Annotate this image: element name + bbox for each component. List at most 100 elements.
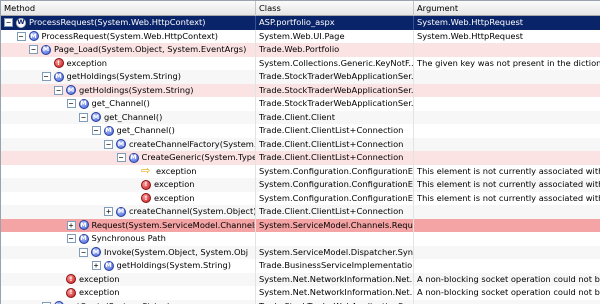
tree-row[interactable]: ! exception System.Configuration.Configura… (1, 191, 600, 206)
method-cell: − Mget_Channel() (1, 124, 256, 138)
class-cell: Trade.BusinessServiceImplementatio... (256, 259, 414, 273)
tree-row[interactable]: − MgetHoldings(System.String) Trade.StockT… (1, 70, 600, 84)
tree-row[interactable]: + M Request(System.ServiceModel.Channels.M… (1, 218, 600, 233)
argument-cell (414, 246, 600, 260)
method-icon: M (66, 85, 76, 96)
exception-icon: ! (141, 193, 151, 204)
tree-row[interactable]: ⇨ exception System.Configuration.Configura… (1, 164, 600, 179)
tree-row[interactable]: ! exception System.Configuration.Configura… (1, 178, 600, 192)
collapse-icon[interactable]: − (4, 18, 13, 28)
web-request-icon: W (16, 17, 26, 28)
collapse-icon[interactable]: − (41, 72, 51, 82)
collapse-icon[interactable]: − (79, 112, 88, 122)
method-label: Invoke(System.Object, System.Obj (104, 246, 249, 257)
collapse-icon[interactable]: − (29, 45, 38, 55)
method-cell: ! exception (1, 191, 256, 205)
tree-row[interactable]: ! exception System.Net.NetworkInformation.… (1, 272, 600, 286)
method-label: Page_Load(System.Object, System.EventArg… (54, 44, 247, 54)
class-cell: Trade.StockTraderWebApplicationSer... (256, 70, 414, 84)
method-label: getQuote(System.String) (67, 300, 171, 304)
call-tree-grid: Method Class Argument − W ProcessRequest(S… (0, 0, 600, 304)
tree-row[interactable]: − M Page_Load(System.Object, System.EventA… (1, 43, 600, 57)
tree-row[interactable]: − M Synchronous Path (1, 232, 600, 246)
method-icon: M (28, 31, 39, 42)
method-cell: − M CreateGeneric(System.Type, (1, 151, 256, 165)
method-label: Synchronous Path (91, 233, 166, 243)
class-cell: Trade.StockTraderWebApplicationSer... (256, 299, 414, 304)
method-label: ProcessRequest(System.Web.HttpContext) (41, 30, 218, 41)
tree-row[interactable]: + McreateChannel(System.Object) Trade.Clie… (1, 205, 600, 219)
method-cell: ⇨ exception (1, 164, 256, 178)
tree-row[interactable]: − Mget_Channel() Trade.Client.ClientList+C… (1, 124, 600, 138)
argument-cell: This element is not currently associated… (414, 165, 600, 179)
tree-row[interactable]: ! exception System.Net.NetworkInformation.… (1, 286, 600, 300)
collapse-icon[interactable]: − (104, 139, 113, 149)
argument-cell (414, 219, 600, 233)
collapse-icon[interactable]: − (79, 247, 88, 257)
method-cell: − W ProcessRequest(System.Web.HttpContext) (1, 16, 256, 30)
tree-row[interactable]: − Mget_Channel() Trade.StockTraderWebAppli… (1, 97, 600, 111)
argument-cell (414, 232, 600, 246)
method-cell: − McreateChannelFactory(System.T (1, 137, 256, 151)
argument-cell (414, 138, 600, 152)
expand-icon[interactable]: + (66, 220, 76, 230)
tree-row[interactable]: + MgetHoldings(System.String) Trade.Busine… (1, 259, 600, 273)
argument-column-header[interactable]: Argument (414, 1, 600, 16)
argument-cell: This element is not currently associated… (414, 192, 600, 206)
expand-icon[interactable]: + (91, 261, 101, 271)
method-icon: M (78, 98, 89, 109)
tree-row[interactable]: − Mget_Channel() Trade.Client.Client (1, 110, 600, 125)
tree-row[interactable]: − M Invoke(System.Object, System.Obj System… (1, 245, 600, 260)
argument-cell (414, 70, 600, 84)
method-column-header[interactable]: Method (1, 1, 256, 16)
method-label: exception (79, 273, 120, 284)
expand-icon[interactable]: + (104, 207, 113, 217)
method-icon: M (103, 260, 114, 271)
collapse-icon[interactable]: − (66, 234, 76, 244)
method-cell: − MgetHoldings(System.String) (1, 70, 256, 84)
method-icon: M (91, 247, 101, 258)
argument-cell (414, 124, 600, 138)
class-cell: System.ServiceModel.Dispatcher.Syn... (256, 245, 414, 259)
collapse-icon[interactable]: − (54, 85, 63, 95)
method-label: exception (156, 165, 197, 176)
method-cell: + McreateChannel(System.Object) (1, 205, 256, 219)
tree-rows: − W ProcessRequest(System.Web.HttpContext)… (1, 16, 600, 304)
method-label: get_Channel() (91, 98, 150, 108)
tree-row[interactable]: − McreateChannelFactory(System.T Trade.Cli… (1, 137, 600, 152)
method-label: exception (66, 57, 108, 68)
method-cell: ! exception (1, 178, 256, 192)
collapse-icon[interactable]: − (66, 99, 76, 109)
method-cell: ! exception (1, 286, 256, 300)
collapse-icon[interactable]: − (91, 126, 101, 136)
class-column-header[interactable]: Class (256, 1, 414, 16)
method-label: get_Channel() (104, 111, 163, 122)
exception-icon: ! (141, 179, 151, 190)
class-cell: System.Collections.Generic.KeyNotF... (256, 56, 414, 70)
exception-icon: ! (66, 274, 76, 285)
argument-cell (414, 43, 600, 57)
tree-row[interactable]: − M ProcessRequest(System.Web.HttpContext)… (1, 29, 600, 43)
tree-row[interactable]: − MgetHoldings(System.String) Trade.StockT… (1, 83, 600, 97)
argument-cell (414, 300, 600, 304)
collapse-icon[interactable]: − (116, 153, 126, 163)
tree-row[interactable]: − W ProcessRequest(System.Web.HttpContext)… (1, 16, 600, 30)
method-icon: M (53, 71, 64, 82)
tree-row[interactable]: ! exception System.Collections.Generic.Key… (1, 56, 600, 70)
argument-cell (414, 111, 600, 125)
class-cell: System.Net.NetworkInformation.Net... (256, 272, 414, 286)
method-label: get_Channel() (116, 125, 175, 135)
tree-row[interactable]: +MgetQuote(System.String)Trade.StockTrad… (1, 299, 600, 304)
method-cell: − M ProcessRequest(System.Web.HttpContext) (1, 29, 256, 43)
method-label: exception (79, 287, 120, 297)
method-icon: M (116, 139, 126, 150)
collapse-icon[interactable]: − (16, 31, 26, 41)
method-cell: + MgetHoldings(System.String) (1, 259, 256, 273)
tree-row[interactable]: − M CreateGeneric(System.Type, Trade.Client… (1, 151, 600, 165)
